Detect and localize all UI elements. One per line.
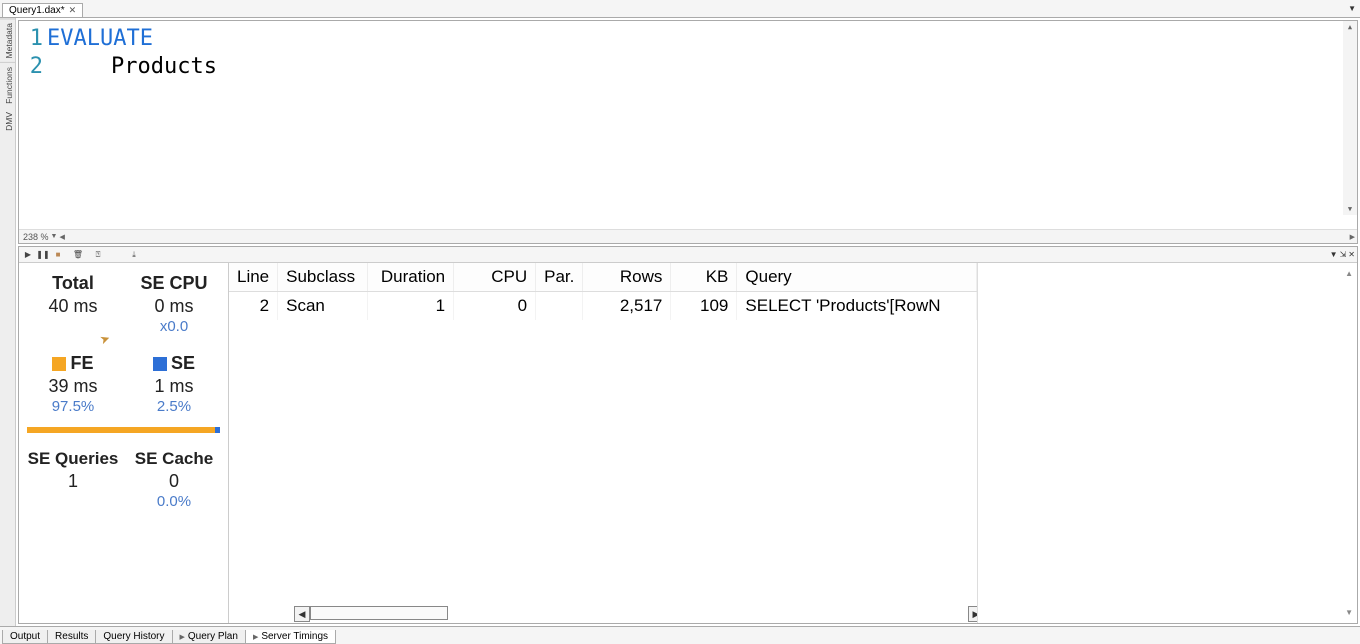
document-tab-strip: Query1.dax* ✕ ▼ — [0, 0, 1360, 18]
keyword: EVALUATE — [47, 26, 153, 51]
stat-total-label: Total — [52, 273, 94, 294]
stat-fe-pct: 97.5% — [52, 398, 95, 415]
output-tabs: Output Results Query History ▶Query Plan… — [0, 626, 1360, 644]
code-editor[interactable]: 1 2 EVALUATE Products ▲ ▼ 238 % ▼ — [18, 20, 1358, 244]
tabs-dropdown-icon[interactable]: ▼ — [1348, 4, 1356, 13]
tab-query-history[interactable]: Query History — [95, 630, 172, 644]
stat-se-queries: SE Queries 1 — [27, 449, 119, 510]
cell-rows: 2,517 — [583, 292, 671, 321]
col-duration[interactable]: Duration — [368, 263, 454, 292]
document-tab-title: Query1.dax* — [9, 5, 65, 16]
stat-se: SE 1 ms 2.5% — [128, 353, 220, 415]
hscroll-thumb[interactable] — [310, 606, 448, 620]
document-tab[interactable]: Query1.dax* ✕ — [2, 3, 83, 17]
stat-secache-pct: 0.0% — [157, 493, 191, 510]
col-par[interactable]: Par. — [536, 263, 583, 292]
stat-se-value: 1 ms — [154, 376, 193, 397]
stat-secache-value: 0 — [169, 471, 179, 492]
play-indicator-icon: ▶ — [180, 633, 185, 641]
timings-table[interactable]: Line Subclass Duration CPU Par. Rows KB … — [229, 263, 977, 320]
cell-subclass: Scan — [278, 292, 368, 321]
clear-button[interactable]: 🗑 — [71, 248, 85, 262]
play-button[interactable]: ▶ — [21, 248, 35, 262]
stat-secpu-label: SE CPU — [140, 273, 207, 294]
timings-table-pane: Line Subclass Duration CPU Par. Rows KB … — [229, 263, 977, 623]
hscroll-track[interactable] — [310, 606, 968, 622]
fe-color-swatch — [52, 357, 66, 371]
code-text: Products — [111, 54, 217, 79]
stat-seq-value: 1 — [68, 471, 78, 492]
stat-total: Total 40 ms — [27, 273, 119, 335]
close-icon[interactable]: ✕ — [69, 6, 77, 15]
stat-se-label: SE — [171, 353, 195, 373]
timings-toolbar: ▶ ❚❚ ■ 🗑 ⍰ ⤓ ▼ ⇲ ✕ — [19, 247, 1357, 263]
cell-cpu: 0 — [454, 292, 536, 321]
stat-secpu-mult: x0.0 — [160, 318, 188, 335]
tab-output[interactable]: Output — [2, 630, 48, 644]
editor-vertical-scrollbar[interactable]: ▲ ▼ — [1343, 21, 1357, 215]
scroll-down-icon[interactable]: ▼ — [1348, 203, 1352, 215]
stat-fe-value: 39 ms — [48, 376, 97, 397]
cell-par — [536, 292, 583, 321]
col-line[interactable]: Line — [229, 263, 278, 292]
scroll-right-button[interactable]: ▶ — [968, 606, 977, 622]
col-kb[interactable]: KB — [671, 263, 737, 292]
stat-se-pct: 2.5% — [157, 398, 191, 415]
pin-icon[interactable]: ⇲ — [1340, 250, 1347, 259]
pause-button[interactable]: ❚❚ — [36, 248, 50, 262]
stat-total-value: 40 ms — [48, 296, 97, 317]
close-panel-icon[interactable]: ✕ — [1348, 250, 1355, 259]
table-header-row: Line Subclass Duration CPU Par. Rows KB … — [229, 263, 977, 292]
scroll-left-icon[interactable]: ◀ — [57, 233, 66, 241]
zoom-dropdown-icon[interactable]: ▼ — [51, 233, 58, 240]
cell-kb: 109 — [671, 292, 737, 321]
col-subclass[interactable]: Subclass — [278, 263, 368, 292]
se-color-swatch — [153, 357, 167, 371]
scroll-down-icon[interactable]: ▼ — [1345, 608, 1353, 617]
play-indicator-icon: ▶ — [253, 633, 258, 641]
cell-duration: 1 — [368, 292, 454, 321]
side-tabs: Metadata Functions DMV — [0, 18, 16, 626]
cell-query: SELECT 'Products'[RowN — [737, 292, 977, 321]
side-tab-metadata[interactable]: Metadata — [0, 18, 15, 62]
timings-stats: Total 40 ms SE CPU 0 ms x0.0 FE 39 ms — [19, 263, 229, 623]
stat-se-cpu: SE CPU 0 ms x0.0 — [128, 273, 220, 335]
panel-dropdown-icon[interactable]: ▼ — [1330, 250, 1338, 259]
stop-button[interactable]: ■ — [51, 248, 65, 262]
col-rows[interactable]: Rows — [583, 263, 671, 292]
fe-se-ratio-bar — [27, 427, 220, 433]
editor-gutter: 1 2 — [19, 21, 47, 229]
help-button[interactable]: ⍰ — [91, 248, 105, 262]
side-tab-functions[interactable]: Functions — [0, 62, 15, 108]
tab-server-timings[interactable]: ▶Server Timings — [245, 630, 336, 644]
stat-seq-label: SE Queries — [28, 449, 119, 469]
scroll-left-button[interactable]: ◀ — [294, 606, 310, 622]
zoom-level[interactable]: 238 % ▼ — [19, 232, 57, 242]
scroll-up-icon[interactable]: ▲ — [1348, 21, 1352, 33]
cell-line: 2 — [229, 292, 278, 321]
query-details-pane: ▲ ▼ — [977, 263, 1357, 623]
table-horizontal-scroll[interactable]: ◀ ▶ — [229, 605, 977, 623]
tab-query-plan[interactable]: ▶Query Plan — [172, 630, 246, 644]
tab-results[interactable]: Results — [47, 630, 96, 644]
scroll-up-icon[interactable]: ▲ — [1345, 269, 1353, 278]
stat-se-cache: SE Cache 0 0.0% — [128, 449, 220, 510]
editor-status-bar: 238 % ▼ ◀ ▶ — [19, 229, 1357, 243]
scroll-right-icon[interactable]: ▶ — [1348, 233, 1357, 241]
stat-secache-label: SE Cache — [135, 449, 213, 469]
export-button[interactable]: ⤓ — [127, 248, 141, 262]
table-row[interactable]: 2 Scan 1 0 2,517 109 SELECT 'Products'[R… — [229, 292, 977, 321]
editor-content[interactable]: EVALUATE Products — [47, 21, 1357, 229]
server-timings-panel: ▶ ❚❚ ■ 🗑 ⍰ ⤓ ▼ ⇲ ✕ — [18, 246, 1358, 624]
col-cpu[interactable]: CPU — [454, 263, 536, 292]
side-tab-dmv[interactable]: DMV — [0, 108, 15, 135]
line-number: 1 — [19, 25, 43, 53]
col-query[interactable]: Query — [737, 263, 977, 292]
stat-fe-label: FE — [70, 353, 93, 373]
line-number: 2 — [19, 53, 43, 81]
stat-fe: FE 39 ms 97.5% — [27, 353, 119, 415]
stat-secpu-value: 0 ms — [154, 296, 193, 317]
